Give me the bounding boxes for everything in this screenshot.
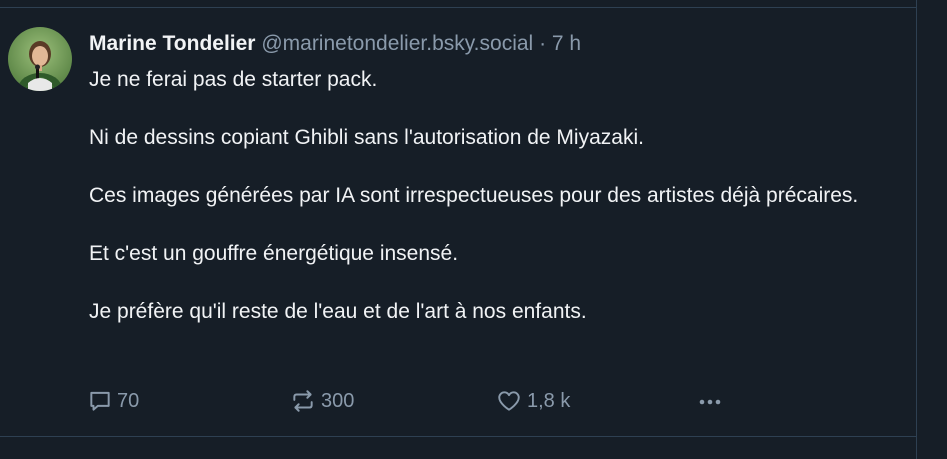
heart-icon	[495, 388, 523, 414]
more-options-button[interactable]	[695, 386, 725, 416]
like-count: 1,8 k	[527, 389, 571, 412]
post-timestamp[interactable]: 7 h	[552, 32, 581, 55]
avatar[interactable]	[8, 27, 72, 91]
repost-button[interactable]: 300	[289, 386, 354, 416]
post-divider-top	[0, 7, 916, 8]
post-paragraph: Ces images générées par IA sont irrespec…	[89, 184, 859, 207]
repost-count: 300	[321, 389, 355, 412]
post-actions: 70 300 1,8 k	[87, 386, 747, 416]
like-button[interactable]: 1,8 k	[495, 386, 570, 416]
author-handle[interactable]: @marinetondelier.bsky.social	[261, 32, 533, 55]
avatar-photo	[8, 27, 72, 91]
post-paragraph: Je ne ferai pas de starter pack.	[89, 68, 378, 91]
reply-button[interactable]: 70	[87, 386, 139, 416]
more-dots-icon	[695, 388, 725, 414]
feed-column: Marine Tondelier @marinetondelier.bsky.s…	[0, 0, 917, 459]
post-paragraph: Ni de dessins copiant Ghibli sans l'auto…	[89, 126, 644, 149]
post-paragraph: Et c'est un gouffre énergétique insensé.	[89, 242, 459, 265]
header-separator: ·	[539, 32, 547, 55]
author-name[interactable]: Marine Tondelier	[89, 32, 255, 55]
reply-icon	[87, 388, 113, 414]
reply-count: 70	[117, 389, 140, 412]
post-header: Marine Tondelier @marinetondelier.bsky.s…	[89, 30, 581, 58]
repost-icon	[289, 388, 317, 414]
post-divider-bottom	[0, 436, 916, 437]
post-text: Je ne ferai pas de starter pack. Ni de d…	[89, 65, 899, 355]
post-paragraph: Je préfère qu'il reste de l'eau et de l'…	[89, 300, 587, 323]
